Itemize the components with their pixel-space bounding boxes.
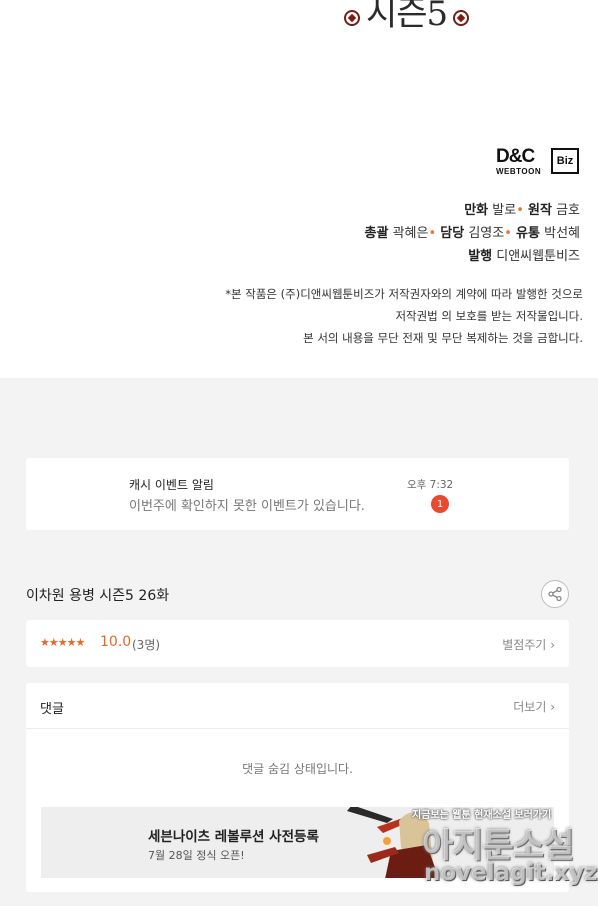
share-button[interactable] (541, 580, 569, 608)
copyright-notice-line: 저작권법 의 보호를 받는 저작물입니다. (395, 309, 583, 323)
credit-label: 만화 (464, 203, 489, 218)
season-title: 시즌5 (366, 0, 448, 34)
watermark: 지금보는 웹툰 현재소설 보러가기 아지툰소설 novelagit.xyz (408, 800, 598, 906)
share-icon (548, 586, 562, 602)
rating-card: ★★★★★ 10.0 (3명) 별점주기 › (26, 620, 569, 667)
notification-card[interactable]: 캐시 이벤트 알림 이번주에 확인하지 못한 이벤트가 있습니다. 오후 7:3… (26, 458, 569, 530)
star-rating-icon: ★★★★★ (40, 636, 85, 649)
publisher-logo: D&C WEBTOON Biz (496, 146, 580, 178)
publisher-logo-main: D&C (496, 146, 535, 167)
rating-votes: (3명) (132, 638, 161, 652)
ad-subtitle: 7월 28일 정식 오픈! (148, 849, 245, 862)
ad-title: 세븐나이츠 레볼루션 사전등록 (148, 829, 319, 845)
more-button-label: 더보기 (513, 700, 547, 714)
season-banner: 시즌5 (344, 0, 470, 36)
credit-line-2: 총괄 곽혜은• 담당 김영조• 유통 박선혜 (365, 222, 580, 241)
copyright-notice-line: *본 작품은 (주)디앤씨웹툰비즈가 저작권자와의 계약에 따라 발행한 것으로 (225, 287, 583, 301)
credit-value: 발로 (492, 203, 517, 218)
chevron-right-icon: › (550, 638, 555, 652)
copyright-notice-line: 본 서의 내용을 무단 전재 및 무단 복제하는 것을 금합니다. (303, 331, 583, 345)
publisher-logo-sub: WEBTOON (496, 167, 542, 176)
credit-label: 유통 (516, 226, 540, 241)
ornament-right-icon (453, 10, 470, 26)
watermark-url: novelagit.xyz (424, 860, 598, 886)
episode-title: 이차원 용병 시즌5 26화 (26, 588, 170, 604)
credit-label: 담당 (440, 226, 465, 241)
credit-line-1: 만화 발로• 원작 금호 (464, 199, 580, 218)
notification-time: 오후 7:32 (407, 479, 454, 491)
more-comments-button[interactable]: 더보기 › (513, 698, 555, 715)
rate-button[interactable]: 별점주기 › (502, 636, 555, 653)
ornament-left-icon (344, 10, 360, 26)
rate-button-label: 별점주기 (502, 638, 547, 652)
comic-end-panel: 시즌5 D&C WEBTOON Biz 만화 발로• 원작 금호 총괄 곽혜은•… (0, 0, 598, 378)
credit-value: 김영조 (468, 226, 505, 241)
chevron-right-icon: › (550, 700, 555, 714)
comments-title: 댓글 (40, 702, 64, 717)
comments-hidden-message: 댓글 숨김 상태입니다. (242, 762, 353, 776)
credit-value: 박선혜 (544, 226, 580, 241)
credit-label: 총괄 (364, 226, 389, 241)
credit-line-3: 발행 디앤씨웹툰비즈 (468, 245, 580, 264)
notification-message: 이번주에 확인하지 못한 이벤트가 있습니다. (129, 499, 365, 514)
credit-separator: • (428, 226, 437, 241)
credit-label: 발행 (468, 249, 493, 264)
credit-separator: • (504, 226, 512, 241)
rating-score: 10.0 (100, 634, 132, 650)
credit-value: 금호 (556, 203, 580, 218)
comments-header: 댓글 더보기 › (26, 683, 569, 729)
credit-value: 디앤씨웹툰비즈 (496, 249, 580, 264)
credit-separator: • (516, 203, 524, 218)
credit-label: 원작 (528, 203, 552, 218)
notification-badge: 1 (431, 495, 449, 513)
credit-value: 곽혜은 (392, 226, 429, 241)
notification-title: 캐시 이벤트 알림 (129, 478, 214, 492)
publisher-logo-badge: Biz (551, 148, 579, 174)
